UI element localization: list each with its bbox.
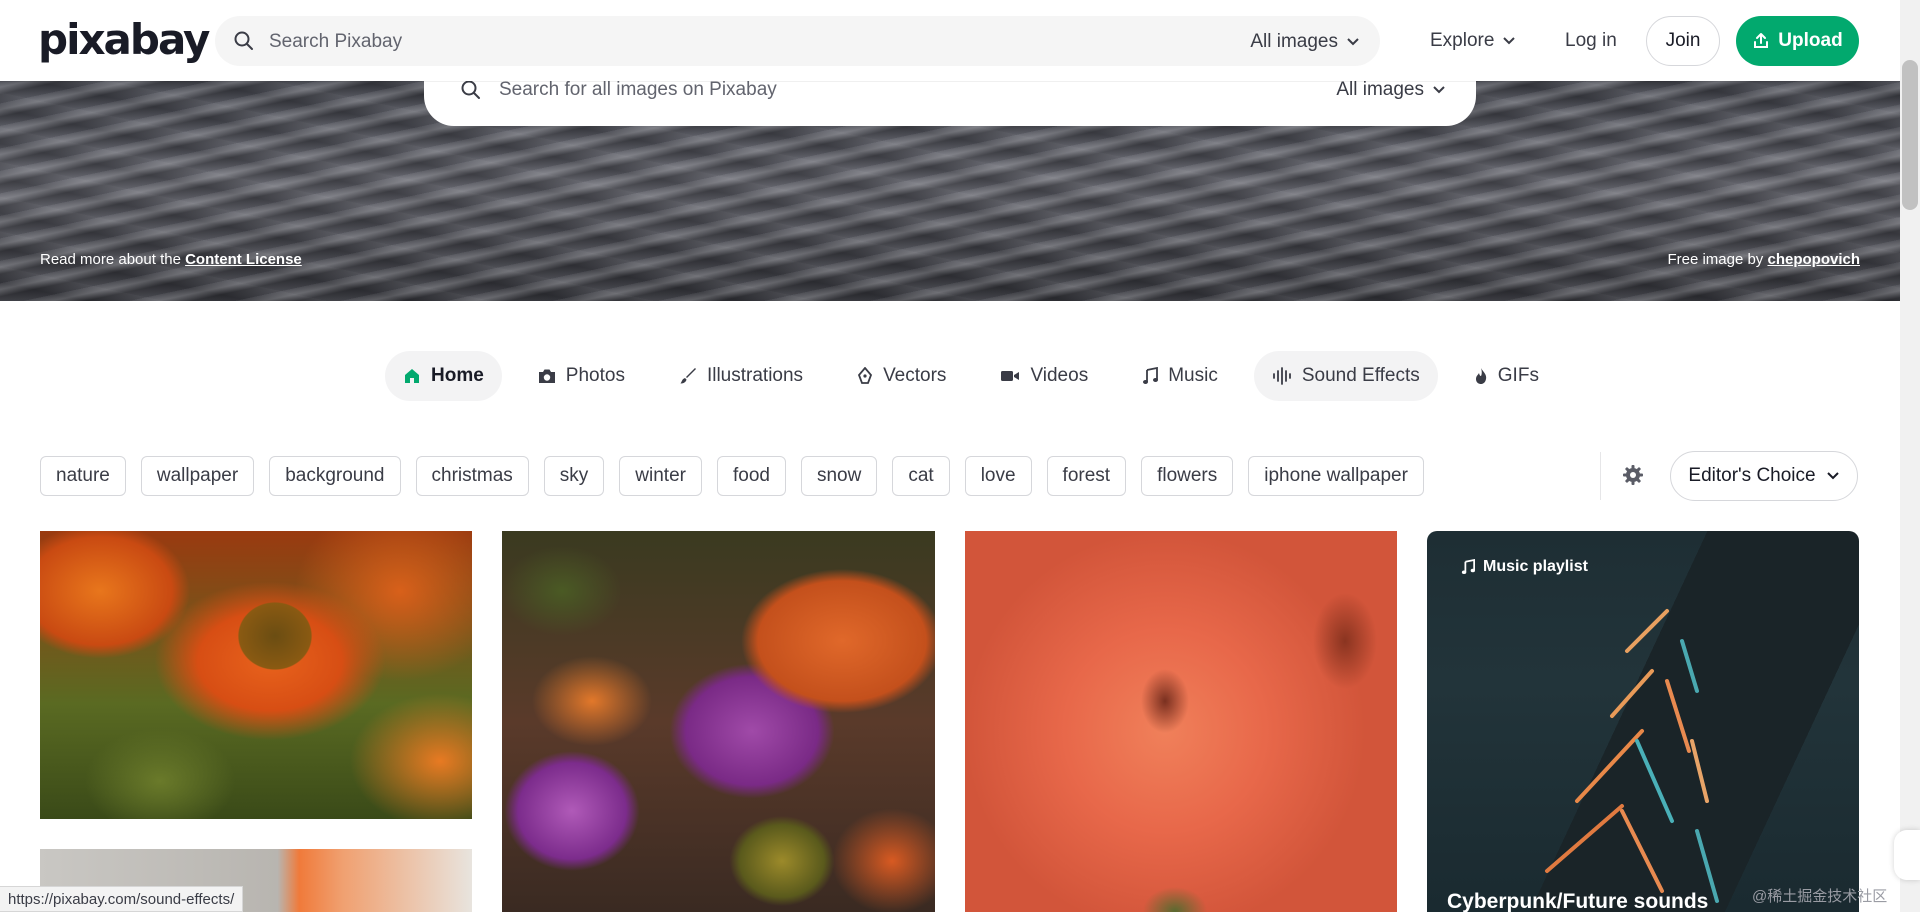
tag-chip[interactable]: flowers xyxy=(1141,456,1234,496)
hero-search-filter-label: All images xyxy=(1336,81,1424,100)
tab-home-label: Home xyxy=(431,365,484,386)
feedback-widget[interactable] xyxy=(1894,830,1920,880)
tab-gifs[interactable]: GIFs xyxy=(1456,351,1557,401)
tab-illustrations-label: Illustrations xyxy=(706,365,804,386)
playlist-badge: Music playlist xyxy=(1449,551,1600,583)
image-credit: Free image by chepopovich xyxy=(1667,251,1860,268)
tab-illustrations[interactable]: Illustrations xyxy=(661,351,821,401)
image-card-flower[interactable] xyxy=(40,531,472,819)
tag-chip[interactable]: cat xyxy=(892,456,950,496)
tab-sound-effects[interactable]: Sound Effects xyxy=(1253,351,1438,401)
header-search-input[interactable]: Search Pixabay xyxy=(269,31,402,53)
license-prefix: Read more about the xyxy=(40,251,186,268)
tab-home[interactable]: Home xyxy=(385,351,502,401)
search-icon xyxy=(460,81,482,101)
playlist-badge-label: Music playlist xyxy=(1483,558,1588,575)
header-search-filter[interactable]: All images xyxy=(1250,31,1360,53)
chevron-down-icon xyxy=(1347,38,1359,46)
explore-menu[interactable]: Explore xyxy=(1430,30,1516,52)
gear-icon xyxy=(1623,465,1643,485)
music-note-icon xyxy=(1461,559,1475,574)
tag-chip[interactable]: background xyxy=(269,456,401,496)
chevron-down-icon xyxy=(1826,472,1839,480)
video-icon xyxy=(1001,371,1020,381)
pen-icon xyxy=(858,367,873,384)
login-link[interactable]: Log in xyxy=(1565,30,1617,52)
image-card-blur[interactable] xyxy=(965,531,1397,912)
home-icon xyxy=(405,369,419,383)
tab-vectors-label: Vectors xyxy=(883,365,947,386)
flame-icon xyxy=(1475,368,1486,384)
header-search-filter-label: All images xyxy=(1250,31,1338,52)
tag-chip[interactable]: snow xyxy=(800,456,878,496)
upload-button[interactable]: Upload xyxy=(1736,16,1859,66)
content-license-link[interactable]: Content License xyxy=(185,251,302,268)
tab-photos[interactable]: Photos xyxy=(520,351,643,401)
music-note-icon xyxy=(1143,367,1159,384)
tag-chip[interactable]: sky xyxy=(543,456,605,496)
tab-music-label: Music xyxy=(1168,365,1218,386)
tower-illustration xyxy=(1545,609,1719,903)
tab-photos-label: Photos xyxy=(565,365,625,386)
tab-music[interactable]: Music xyxy=(1124,351,1236,401)
watermark: @稀土掘金技术社区 xyxy=(1752,888,1888,905)
hero-search-input[interactable]: Search for all images on Pixabay xyxy=(499,81,777,101)
hero-banner: Search for all images on Pixabay All ima… xyxy=(0,81,1900,301)
image-card-pumpkins[interactable] xyxy=(502,531,935,912)
tag-chip[interactable]: forest xyxy=(1046,456,1127,496)
hero-search-bar[interactable]: Search for all images on Pixabay All ima… xyxy=(424,81,1476,126)
tab-gifs-label: GIFs xyxy=(1497,365,1539,386)
scrollbar-thumb[interactable] xyxy=(1902,60,1918,210)
chevron-down-icon xyxy=(1503,37,1516,45)
tab-videos[interactable]: Videos xyxy=(982,351,1106,401)
pixabay-logo[interactable]: pixabay xyxy=(38,18,210,62)
upload-label: Upload xyxy=(1778,30,1843,51)
brush-icon xyxy=(680,368,696,384)
tag-list: nature wallpaper background christmas sk… xyxy=(40,456,1424,496)
chevron-down-icon xyxy=(1433,86,1445,94)
tag-chip[interactable]: love xyxy=(964,456,1032,496)
tab-videos-label: Videos xyxy=(1030,365,1089,386)
top-navigation: pixabay Search Pixabay All images Explor… xyxy=(0,0,1900,81)
header-search-bar[interactable]: Search Pixabay All images xyxy=(215,16,1380,66)
waveform-icon xyxy=(1272,367,1291,385)
explore-label: Explore xyxy=(1430,30,1495,51)
playlist-card[interactable]: Music playlist Cyberpunk/Future sounds xyxy=(1427,531,1859,912)
tag-chip[interactable]: winter xyxy=(619,456,702,496)
credit-prefix: Free image by xyxy=(1667,251,1768,268)
tag-chip[interactable]: christmas xyxy=(415,456,529,496)
camera-icon xyxy=(538,369,555,383)
join-button[interactable]: Join xyxy=(1646,16,1720,66)
content-license-note: Read more about the Content License xyxy=(40,251,302,268)
upload-icon xyxy=(1754,33,1769,48)
search-icon xyxy=(233,30,255,52)
tab-vectors[interactable]: Vectors xyxy=(839,351,964,401)
tag-chip[interactable]: wallpaper xyxy=(140,456,255,496)
settings-button[interactable] xyxy=(1622,464,1644,486)
sort-label: Editor's Choice xyxy=(1688,465,1816,486)
divider xyxy=(1600,452,1601,500)
credit-author-link[interactable]: chepopovich xyxy=(1767,251,1860,268)
tag-chip[interactable]: iphone wallpaper xyxy=(1248,456,1424,496)
category-tabs: Home Photos Illustrations Vectors Videos… xyxy=(385,351,1557,401)
playlist-title: Cyberpunk/Future sounds xyxy=(1447,890,1709,912)
hero-search-filter[interactable]: All images xyxy=(1336,81,1446,101)
status-bar-url: https://pixabay.com/sound-effects/ xyxy=(0,886,244,912)
tag-chip[interactable]: food xyxy=(716,456,786,496)
tab-sound-effects-label: Sound Effects xyxy=(1301,365,1420,386)
tag-chip[interactable]: nature xyxy=(40,456,126,496)
sort-dropdown[interactable]: Editor's Choice xyxy=(1670,451,1858,501)
